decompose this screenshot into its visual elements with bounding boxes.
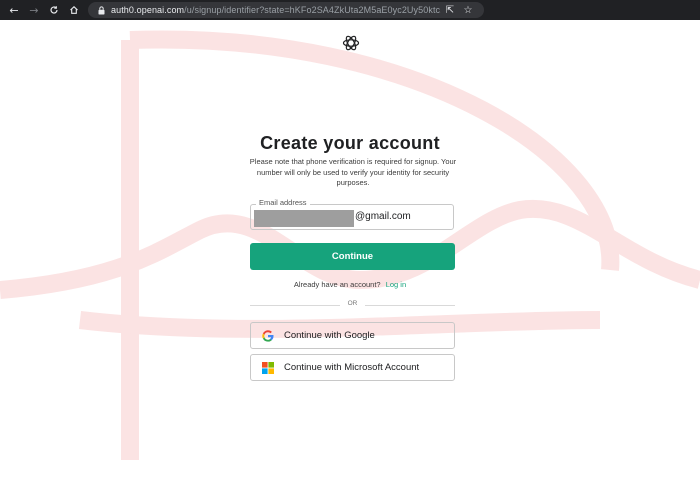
email-field-label: Email address: [256, 198, 310, 207]
url-text: auth0.openai.com/u/signup/identifier?sta…: [111, 5, 441, 15]
bookmark-star-icon[interactable]: ☆: [459, 5, 477, 16]
lock-icon: [94, 5, 108, 15]
google-icon: [262, 329, 274, 342]
home-button[interactable]: [64, 0, 84, 20]
login-prompt: Already have an account? Log in: [0, 280, 700, 289]
or-divider: OR: [250, 300, 455, 310]
continue-with-microsoft-button[interactable]: Continue with Microsoft Account: [250, 354, 455, 381]
email-value: @gmail.com: [355, 211, 411, 222]
browser-toolbar: ← → auth0.openai.com/u/signup/identifier…: [0, 0, 700, 20]
url-path: /u/signup/identifier?state=hKFo2SA4ZkUta…: [184, 5, 441, 15]
email-field[interactable]: @gmail.com: [250, 204, 454, 230]
continue-button[interactable]: Continue: [250, 243, 455, 270]
account-prompt-text: Already have an account?: [293, 280, 381, 289]
microsoft-icon: [262, 361, 274, 374]
reload-icon: [50, 6, 58, 14]
divider-text: OR: [347, 300, 358, 307]
home-icon: [70, 6, 78, 14]
microsoft-button-label: Continue with Microsoft Account: [284, 362, 420, 373]
reload-button[interactable]: [44, 0, 64, 20]
address-bar[interactable]: auth0.openai.com/u/signup/identifier?sta…: [88, 2, 484, 18]
openai-logo-icon: [342, 35, 360, 51]
login-link[interactable]: Log in: [386, 280, 406, 289]
page-title: Create your account: [260, 133, 440, 153]
google-button-label: Continue with Google: [284, 330, 375, 341]
redacted-email-username: [254, 210, 354, 227]
phone-verification-note: Please note that phone verification is r…: [249, 157, 457, 187]
share-icon[interactable]: ⇱: [441, 5, 459, 16]
back-button[interactable]: ←: [4, 0, 24, 20]
continue-with-google-button[interactable]: Continue with Google: [250, 322, 455, 349]
url-host: auth0.openai.com: [111, 5, 185, 15]
forward-button[interactable]: →: [24, 0, 44, 20]
